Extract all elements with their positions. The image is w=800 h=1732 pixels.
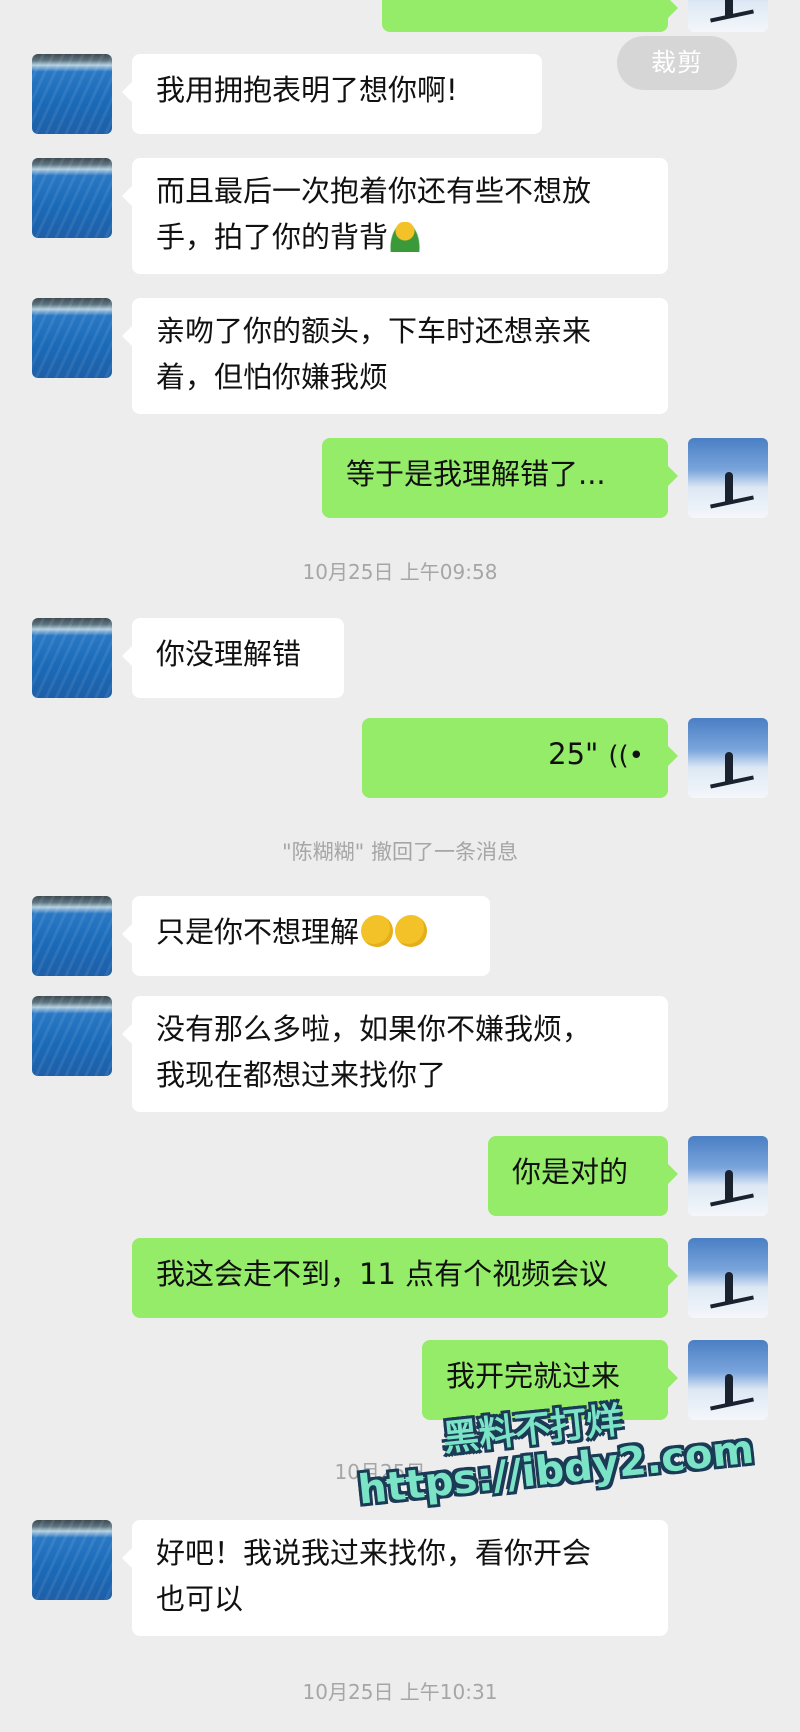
my-avatar[interactable] (688, 0, 768, 32)
message-text: 你没理解错 (156, 637, 302, 671)
message-text: 等于是我理解错了... (346, 457, 606, 491)
message-text-line: 亲吻了你的额头，下车时还想亲来 (156, 314, 592, 348)
message-text-line: 手，拍了你的背背 (156, 214, 644, 260)
incoming-message[interactable]: 只是你不想理解 (122, 896, 490, 976)
voice-wave-icon: ((• (608, 741, 644, 771)
crop-button[interactable]: 裁剪 (617, 36, 737, 90)
outgoing-message[interactable]: 你是对的 (488, 1136, 678, 1216)
my-avatar[interactable] (688, 718, 768, 798)
incoming-message[interactable]: 亲吻了你的额头，下车时还想亲来 着，但怕你嫌我烦 (122, 298, 668, 414)
contact-avatar[interactable] (32, 996, 112, 1076)
message-text: 我这会走不到，11 点有个视频会议 (156, 1257, 609, 1291)
incoming-message[interactable]: 你没理解错 (122, 618, 344, 698)
contact-avatar[interactable] (32, 54, 112, 134)
face-emoji-icon (361, 915, 394, 947)
message-text-line: 也可以 (156, 1582, 244, 1616)
contact-avatar[interactable] (32, 298, 112, 378)
contact-avatar[interactable] (32, 1520, 112, 1600)
recall-notice: "陈糊糊" 撤回了一条消息 (282, 840, 518, 864)
outgoing-message[interactable]: 我这会走不到，11 点有个视频会议 (132, 1238, 678, 1318)
message-text: 你是对的 (512, 1155, 629, 1189)
message-text-line: 而且最后一次抱着你还有些不想放 (156, 174, 592, 208)
incoming-message[interactable]: 而且最后一次抱着你还有些不想放 手，拍了你的背背 (122, 158, 668, 274)
my-avatar[interactable] (688, 1238, 768, 1318)
partial-outgoing-bubble[interactable] (382, 0, 678, 32)
message-text-line: 我现在都想过来找你了 (156, 1058, 447, 1092)
face-emoji-icon (395, 915, 428, 947)
contact-avatar[interactable] (32, 158, 112, 238)
incoming-message[interactable]: 好吧！我说我过来找你，看你开会 也可以 (122, 1520, 668, 1636)
voice-message[interactable]: 25" ((• (362, 718, 678, 798)
voice-duration: 25" (548, 737, 599, 771)
message-text-line: 着，但怕你嫌我烦 (156, 360, 389, 394)
incoming-message[interactable]: 没有那么多啦，如果你不嫌我烦， 我现在都想过来找你了 (122, 996, 668, 1112)
message-text-line: 好吧！我说我过来找你，看你开会 (156, 1536, 592, 1570)
hug-emoji-icon (390, 222, 421, 252)
outgoing-message[interactable]: 等于是我理解错了... (322, 438, 678, 518)
message-text: 只是你不想理解 (156, 915, 360, 949)
message-text-line: 没有那么多啦，如果你不嫌我烦， (156, 1012, 592, 1046)
timestamp: 10月25日 上午10:31 (302, 1680, 498, 1704)
contact-avatar[interactable] (32, 896, 112, 976)
my-avatar[interactable] (688, 438, 768, 518)
my-avatar[interactable] (688, 1136, 768, 1216)
my-avatar[interactable] (688, 1340, 768, 1420)
contact-avatar[interactable] (32, 618, 112, 698)
incoming-message[interactable]: 我用拥抱表明了想你啊! (122, 54, 542, 134)
message-text: 我用拥抱表明了想你啊! (156, 73, 458, 107)
timestamp: 10月25日 上午09:58 (302, 560, 498, 584)
message-text: 我开完就过来 (446, 1359, 621, 1393)
